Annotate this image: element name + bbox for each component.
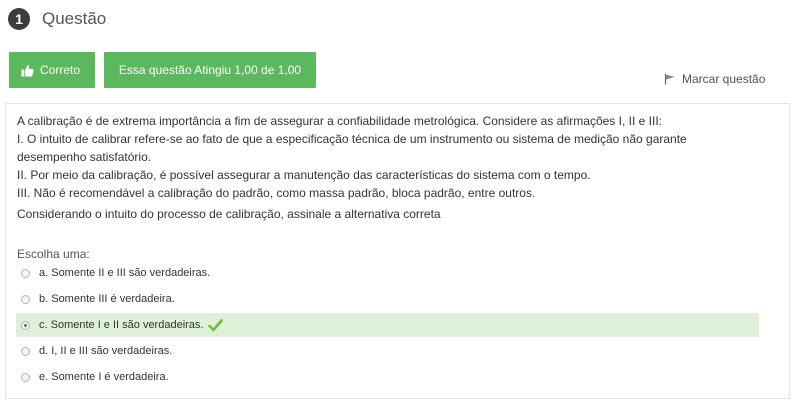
- question-box: A calibração é de extrema importância a …: [5, 103, 790, 399]
- question-header: 1 Questão: [8, 8, 106, 30]
- quiz-question-page: 1 Questão Correto Essa questão Atingiu 1…: [0, 0, 793, 401]
- radio-icon[interactable]: [21, 346, 30, 356]
- check-icon: [208, 318, 224, 331]
- question-number-icon: 1: [8, 8, 30, 30]
- radio-icon[interactable]: [21, 294, 30, 304]
- answer-label: e. Somente I é verdadeira.: [39, 371, 169, 383]
- flag-icon: [664, 74, 675, 85]
- flag-question-link[interactable]: Marcar questão: [664, 72, 765, 86]
- question-text-line: I. O intuito de calibrar refere-se ao fa…: [17, 132, 687, 146]
- grade-status-label: Essa questão Atingiu 1,00 de 1,00: [118, 63, 302, 77]
- radio-icon[interactable]: [21, 372, 30, 382]
- question-text-line: III. Não é recomendável a calibração do …: [17, 186, 536, 200]
- answer-option-c[interactable]: c. Somente I e II são verdadeiras.: [16, 313, 759, 337]
- answer-label: b. Somente III é verdadeira.: [39, 293, 175, 305]
- radio-icon[interactable]: [21, 268, 30, 278]
- answer-label: a. Somente II e III são verdadeiras.: [39, 267, 211, 279]
- answer-option-a[interactable]: a. Somente II e III são verdadeiras.: [16, 261, 759, 285]
- question-title: Questão: [42, 9, 107, 28]
- question-prompt: Considerando o intuito do processo de ca…: [17, 207, 441, 221]
- answer-label: d. I, II e III são verdadeiras.: [39, 345, 173, 357]
- question-text: A calibração é de extrema importância a …: [17, 112, 772, 202]
- thumbs-up-icon: [21, 64, 34, 77]
- answer-option-d[interactable]: d. I, II e III são verdadeiras.: [16, 339, 759, 363]
- status-row: Correto Essa questão Atingiu 1,00 de 1,0…: [9, 52, 316, 88]
- question-text-line: II. Por meio da calibração, é possível a…: [17, 168, 591, 182]
- question-text-line: desempenho satisfatório.: [17, 150, 152, 164]
- correct-status-label: Correto: [40, 63, 81, 77]
- question-text-line: A calibração é de extrema importância a …: [17, 114, 662, 128]
- grade-status-badge: Essa questão Atingiu 1,00 de 1,00: [104, 52, 316, 88]
- correct-status-badge: Correto: [9, 52, 95, 88]
- answer-label: c. Somente I e II são verdadeiras.: [39, 319, 204, 331]
- radio-icon[interactable]: [21, 320, 30, 330]
- answer-option-e[interactable]: e. Somente I é verdadeira.: [16, 365, 759, 389]
- choose-label: Escolha uma:: [17, 247, 90, 261]
- flag-question-label[interactable]: Marcar questão: [682, 72, 765, 86]
- answer-option-b[interactable]: b. Somente III é verdadeira.: [16, 287, 759, 311]
